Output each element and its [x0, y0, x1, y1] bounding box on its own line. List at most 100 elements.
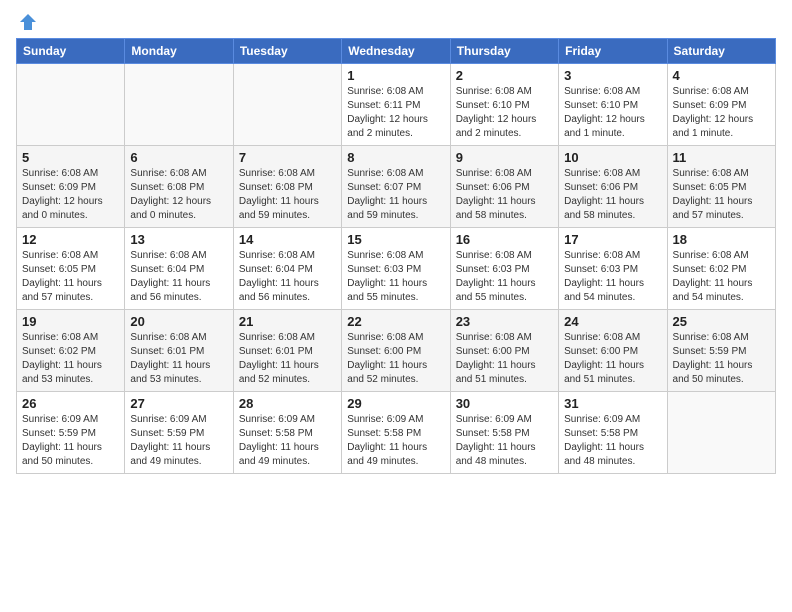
day-info: Sunrise: 6:08 AM Sunset: 6:04 PM Dayligh… [239, 249, 336, 305]
table-row: 28Sunrise: 6:09 AM Sunset: 5:58 PM Dayli… [233, 392, 341, 474]
day-number: 19 [22, 314, 119, 329]
header-tuesday: Tuesday [233, 39, 341, 64]
table-row: 1 Sunrise: 6:08 AM Sunset: 6:11 PM Daylig… [342, 64, 450, 146]
day-info: Sunrise: 6:08 AM Sunset: 6:02 PM Dayligh… [673, 249, 770, 305]
day-number: 4 [673, 68, 770, 83]
calendar-week-row: 26 Sunrise: 6:09 AM Sunset: 5:59 PM Dayli… [17, 392, 776, 474]
day-info: Sunrise: 6:08 AM Sunset: 6:10 PM Dayligh… [456, 85, 553, 141]
day-info: Sunrise: 6:08 AM Sunset: 6:08 PM Dayligh… [239, 167, 336, 223]
table-row: 2 Sunrise: 6:08 AM Sunset: 6:10 PM Daylig… [450, 64, 558, 146]
table-row: 29Sunrise: 6:09 AM Sunset: 5:58 PM Dayli… [342, 392, 450, 474]
table-row: 21 Sunrise: 6:08 AM Sunset: 6:01 PM Dayli… [233, 310, 341, 392]
day-info: Sunrise: 6:08 AM Sunset: 5:59 PM Dayligh… [673, 331, 770, 387]
day-number: 1 [347, 68, 444, 83]
day-number: 10 [564, 150, 661, 165]
table-row: 15Sunrise: 6:08 AM Sunset: 6:03 PM Dayli… [342, 228, 450, 310]
day-number: 30 [456, 396, 553, 411]
day-info: Sunrise: 6:08 AM Sunset: 6:07 PM Dayligh… [347, 167, 444, 223]
table-row: 20 Sunrise: 6:08 AM Sunset: 6:01 PM Dayli… [125, 310, 233, 392]
page-header [16, 16, 776, 28]
day-number: 25 [673, 314, 770, 329]
day-info: Sunrise: 6:09 AM Sunset: 5:58 PM Dayligh… [456, 413, 553, 469]
logo-icon [18, 12, 38, 32]
table-row: 9 Sunrise: 6:08 AM Sunset: 6:06 PM Daylig… [450, 146, 558, 228]
day-info: Sunrise: 6:09 AM Sunset: 5:59 PM Dayligh… [22, 413, 119, 469]
day-number: 7 [239, 150, 336, 165]
table-row: 5Sunrise: 6:08 AM Sunset: 6:09 PM Daylig… [17, 146, 125, 228]
day-number: 12 [22, 232, 119, 247]
table-row [233, 64, 341, 146]
day-number: 31 [564, 396, 661, 411]
day-number: 6 [130, 150, 227, 165]
calendar-week-row: 1 Sunrise: 6:08 AM Sunset: 6:11 PM Daylig… [17, 64, 776, 146]
calendar-week-row: 12 Sunrise: 6:08 AM Sunset: 6:05 PM Dayli… [17, 228, 776, 310]
day-info: Sunrise: 6:08 AM Sunset: 6:08 PM Dayligh… [130, 167, 227, 223]
table-row: 3 Sunrise: 6:08 AM Sunset: 6:10 PM Daylig… [559, 64, 667, 146]
day-number: 26 [22, 396, 119, 411]
day-number: 14 [239, 232, 336, 247]
day-number: 24 [564, 314, 661, 329]
day-info: Sunrise: 6:08 AM Sunset: 6:05 PM Dayligh… [22, 249, 119, 305]
day-number: 8 [347, 150, 444, 165]
table-row: 8 Sunrise: 6:08 AM Sunset: 6:07 PM Daylig… [342, 146, 450, 228]
table-row: 24Sunrise: 6:08 AM Sunset: 6:00 PM Dayli… [559, 310, 667, 392]
calendar-week-row: 19 Sunrise: 6:08 AM Sunset: 6:02 PM Dayli… [17, 310, 776, 392]
day-number: 13 [130, 232, 227, 247]
day-info: Sunrise: 6:08 AM Sunset: 6:00 PM Dayligh… [347, 331, 444, 387]
day-number: 16 [456, 232, 553, 247]
table-row [125, 64, 233, 146]
day-number: 5 [22, 150, 119, 165]
day-info: Sunrise: 6:09 AM Sunset: 5:58 PM Dayligh… [564, 413, 661, 469]
weekday-header-row: Sunday Monday Tuesday Wednesday Thursday… [17, 39, 776, 64]
table-row: 26 Sunrise: 6:09 AM Sunset: 5:59 PM Dayli… [17, 392, 125, 474]
table-row: 25 Sunrise: 6:08 AM Sunset: 5:59 PM Dayli… [667, 310, 775, 392]
table-row: 16 Sunrise: 6:08 AM Sunset: 6:03 PM Dayli… [450, 228, 558, 310]
day-number: 9 [456, 150, 553, 165]
table-row: 4 Sunrise: 6:08 AM Sunset: 6:09 PM Daylig… [667, 64, 775, 146]
table-row: 31 Sunrise: 6:09 AM Sunset: 5:58 PM Dayli… [559, 392, 667, 474]
day-info: Sunrise: 6:09 AM Sunset: 5:58 PM Dayligh… [347, 413, 444, 469]
table-row: 11 Sunrise: 6:08 AM Sunset: 6:05 PM Dayli… [667, 146, 775, 228]
day-info: Sunrise: 6:08 AM Sunset: 6:10 PM Dayligh… [564, 85, 661, 141]
day-info: Sunrise: 6:08 AM Sunset: 6:02 PM Dayligh… [22, 331, 119, 387]
day-info: Sunrise: 6:08 AM Sunset: 6:05 PM Dayligh… [673, 167, 770, 223]
day-info: Sunrise: 6:08 AM Sunset: 6:01 PM Dayligh… [239, 331, 336, 387]
day-info: Sunrise: 6:08 AM Sunset: 6:03 PM Dayligh… [456, 249, 553, 305]
day-number: 2 [456, 68, 553, 83]
day-number: 21 [239, 314, 336, 329]
day-number: 27 [130, 396, 227, 411]
day-info: Sunrise: 6:08 AM Sunset: 6:01 PM Dayligh… [130, 331, 227, 387]
day-info: Sunrise: 6:08 AM Sunset: 6:03 PM Dayligh… [564, 249, 661, 305]
day-info: Sunrise: 6:08 AM Sunset: 6:11 PM Dayligh… [347, 85, 444, 141]
header-saturday: Saturday [667, 39, 775, 64]
calendar-week-row: 5Sunrise: 6:08 AM Sunset: 6:09 PM Daylig… [17, 146, 776, 228]
day-number: 3 [564, 68, 661, 83]
table-row: 14 Sunrise: 6:08 AM Sunset: 6:04 PM Dayli… [233, 228, 341, 310]
day-info: Sunrise: 6:09 AM Sunset: 5:59 PM Dayligh… [130, 413, 227, 469]
day-number: 17 [564, 232, 661, 247]
table-row: 30 Sunrise: 6:09 AM Sunset: 5:58 PM Dayli… [450, 392, 558, 474]
table-row [667, 392, 775, 474]
calendar-table: Sunday Monday Tuesday Wednesday Thursday… [16, 38, 776, 474]
day-number: 20 [130, 314, 227, 329]
day-info: Sunrise: 6:08 AM Sunset: 6:09 PM Dayligh… [673, 85, 770, 141]
day-number: 23 [456, 314, 553, 329]
day-info: Sunrise: 6:08 AM Sunset: 6:04 PM Dayligh… [130, 249, 227, 305]
day-info: Sunrise: 6:08 AM Sunset: 6:06 PM Dayligh… [456, 167, 553, 223]
day-info: Sunrise: 6:08 AM Sunset: 6:06 PM Dayligh… [564, 167, 661, 223]
day-info: Sunrise: 6:08 AM Sunset: 6:03 PM Dayligh… [347, 249, 444, 305]
header-thursday: Thursday [450, 39, 558, 64]
table-row: 7 Sunrise: 6:08 AM Sunset: 6:08 PM Daylig… [233, 146, 341, 228]
day-number: 18 [673, 232, 770, 247]
table-row: 27 Sunrise: 6:09 AM Sunset: 5:59 PM Dayli… [125, 392, 233, 474]
table-row: 12 Sunrise: 6:08 AM Sunset: 6:05 PM Dayli… [17, 228, 125, 310]
header-friday: Friday [559, 39, 667, 64]
table-row [17, 64, 125, 146]
table-row: 19 Sunrise: 6:08 AM Sunset: 6:02 PM Dayli… [17, 310, 125, 392]
table-row: 22Sunrise: 6:08 AM Sunset: 6:00 PM Dayli… [342, 310, 450, 392]
header-monday: Monday [125, 39, 233, 64]
day-info: Sunrise: 6:08 AM Sunset: 6:00 PM Dayligh… [456, 331, 553, 387]
day-info: Sunrise: 6:09 AM Sunset: 5:58 PM Dayligh… [239, 413, 336, 469]
table-row: 13 Sunrise: 6:08 AM Sunset: 6:04 PM Dayli… [125, 228, 233, 310]
day-number: 11 [673, 150, 770, 165]
